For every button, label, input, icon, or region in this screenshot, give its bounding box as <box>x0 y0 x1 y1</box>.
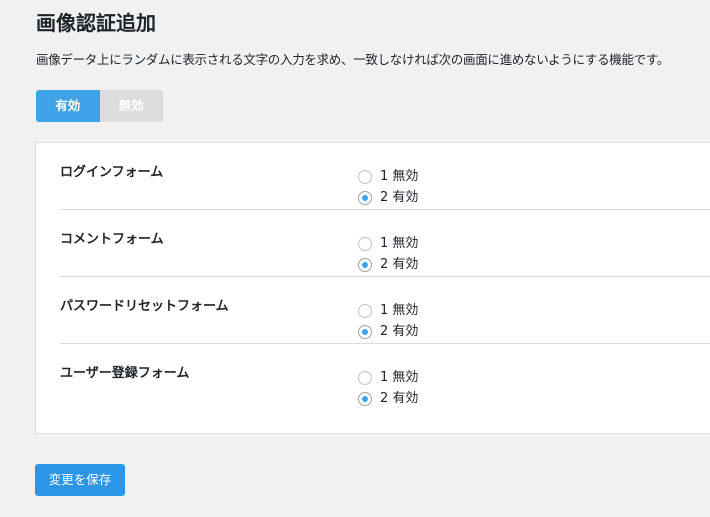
radio-label: 1 無効 <box>380 370 419 385</box>
radio-label: 1 無効 <box>380 169 419 184</box>
row-label: パスワードリセットフォーム <box>60 299 229 314</box>
radio-option-disable[interactable]: 1 無効 <box>358 235 418 253</box>
radio-label: 2 有効 <box>380 257 419 272</box>
radio-button[interactable] <box>358 371 372 385</box>
radio-option-enable[interactable]: 2 有効 <box>358 256 418 274</box>
toggle-enabled-button[interactable]: 有効 <box>36 90 100 122</box>
radio-button[interactable] <box>358 170 372 184</box>
row-label: ユーザー登録フォーム <box>60 366 190 381</box>
radio-button-checked[interactable] <box>358 325 372 339</box>
radio-button-checked[interactable] <box>358 191 372 205</box>
settings-row-login-form: ログインフォーム 1 無効 2 有効 <box>60 143 710 210</box>
feature-toggle: 有効 無効 <box>36 90 163 122</box>
radio-button-checked[interactable] <box>358 392 372 406</box>
radio-label: 2 有効 <box>380 391 419 406</box>
radio-option-enable[interactable]: 2 有効 <box>358 189 418 207</box>
save-button[interactable]: 変更を保存 <box>35 464 125 496</box>
toggle-disabled-button[interactable]: 無効 <box>99 90 163 122</box>
radio-button[interactable] <box>358 237 372 251</box>
radio-option-disable[interactable]: 1 無効 <box>358 168 418 186</box>
row-label: コメントフォーム <box>60 232 164 247</box>
radio-button[interactable] <box>358 304 372 318</box>
radio-label: 1 無効 <box>380 303 419 318</box>
settings-row-user-registration-form: ユーザー登録フォーム 1 無効 2 有効 <box>60 344 710 411</box>
radio-option-enable[interactable]: 2 有効 <box>358 323 418 341</box>
radio-option-disable[interactable]: 1 無効 <box>358 369 418 387</box>
settings-row-password-reset-form: パスワードリセットフォーム 1 無効 2 有効 <box>60 277 710 344</box>
radio-label: 1 無効 <box>380 236 419 251</box>
radio-button-checked[interactable] <box>358 258 372 272</box>
radio-label: 2 有効 <box>380 324 419 339</box>
radio-option-enable[interactable]: 2 有効 <box>358 390 418 408</box>
settings-page: 画像認証追加 画像データ上にランダムに表示される文字の入力を求め、一致しなければ… <box>0 0 710 517</box>
radio-option-disable[interactable]: 1 無効 <box>358 302 418 320</box>
page-title: 画像認証追加 <box>36 11 156 35</box>
row-label: ログインフォーム <box>60 165 164 180</box>
page-description: 画像データ上にランダムに表示される文字の入力を求め、一致しなければ次の画面に進め… <box>36 52 670 67</box>
settings-row-comment-form: コメントフォーム 1 無効 2 有効 <box>60 210 710 277</box>
settings-card: ログインフォーム 1 無効 2 有効 コメントフォーム 1 無効 2 有効 パス… <box>35 142 710 434</box>
radio-label: 2 有効 <box>380 190 419 205</box>
